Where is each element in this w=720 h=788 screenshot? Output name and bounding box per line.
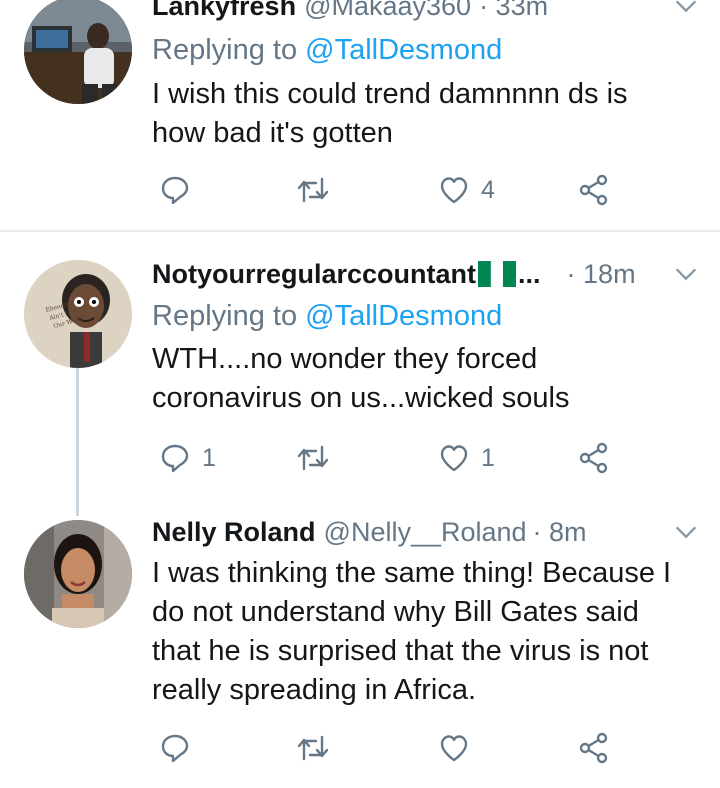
avatar-photo <box>24 520 132 628</box>
tweet-actions <box>152 728 632 768</box>
name-ellipsis: ... <box>518 259 541 289</box>
like-count: 1 <box>481 443 495 472</box>
tweet-header: Notyourregularccountant ... · 18m <box>152 254 700 294</box>
tweet-2[interactable]: Ebenezer Ain't Lost Our Words Notyourreg… <box>0 232 720 502</box>
tweet-text-line: WTH....no wonder they forced <box>152 343 538 375</box>
tweet-text: WTH....no wonder they forced coronavirus… <box>152 340 692 418</box>
tweet-text: I was thinking the same thing! Because I… <box>152 554 692 710</box>
avatar-photo: Ebenezer Ain't Lost Our Words <box>24 260 132 368</box>
reply-button[interactable] <box>160 728 202 768</box>
chevron-down-icon[interactable] <box>672 518 700 546</box>
replying-to-label: Replying to <box>152 34 306 66</box>
reply-button[interactable] <box>160 170 202 210</box>
retweet-button[interactable] <box>296 728 342 768</box>
tweet-actions: 1 1 <box>152 438 632 478</box>
share-icon <box>579 732 608 764</box>
timestamp[interactable]: · 18m <box>567 254 636 294</box>
reply-count: 1 <box>202 443 216 472</box>
tweet-text-line: that he is surprised that the virus is n… <box>152 635 649 667</box>
like-button[interactable] <box>439 728 481 768</box>
reply-icon <box>161 176 189 205</box>
avatar[interactable] <box>24 0 132 104</box>
reply-button[interactable]: 1 <box>160 438 216 478</box>
tweet-text: I wish this could trend damnnnn ds is ho… <box>152 75 692 153</box>
share-icon <box>579 442 608 474</box>
timestamp[interactable]: · 33m <box>479 0 548 26</box>
display-name[interactable]: Notyourregularccountant <box>152 254 476 294</box>
tweet-1[interactable]: Lankyfresh @Makaay360 · 33m Replying to … <box>0 0 720 230</box>
retweet-icon <box>297 735 329 761</box>
retweet-icon <box>297 177 329 203</box>
timestamp[interactable]: · 8m <box>533 512 587 552</box>
share-button[interactable] <box>578 170 610 210</box>
replying-to-label: Replying to <box>152 300 306 332</box>
like-icon <box>440 445 468 472</box>
nigeria-flag-icon <box>478 261 517 287</box>
chevron-down-icon[interactable] <box>672 0 700 20</box>
retweet-icon <box>297 445 329 471</box>
replying-to: Replying to @TallDesmond <box>152 296 502 336</box>
like-button[interactable]: 1 <box>439 438 495 478</box>
like-icon <box>440 177 468 204</box>
share-button[interactable] <box>578 728 610 768</box>
share-button[interactable] <box>578 438 610 478</box>
reply-icon <box>161 734 189 763</box>
retweet-button[interactable] <box>296 170 342 210</box>
reply-icon <box>161 444 189 473</box>
display-name[interactable]: Lankyfresh <box>152 0 296 26</box>
like-count: 4 <box>481 175 495 204</box>
tweet-actions: 4 <box>152 170 632 210</box>
tweet-text-line: I wish this could trend damnnnn ds is <box>152 78 628 110</box>
tweet-text-line: how bad it's gotten <box>152 117 393 149</box>
tweet-text-line: coronavirus on us...wicked souls <box>152 382 570 414</box>
tweet-3[interactable]: Nelly Roland @Nelly__Roland · 8m I was t… <box>0 502 720 788</box>
tweet-text-line: really spreading in Africa. <box>152 674 476 706</box>
display-name[interactable]: Nelly Roland <box>152 512 316 552</box>
tweet-text-line: do not understand why Bill Gates said <box>152 596 639 628</box>
like-icon <box>440 735 468 762</box>
replying-to: Replying to @TallDesmond <box>152 30 502 70</box>
user-handle[interactable]: @Makaay360 <box>304 0 471 26</box>
chevron-down-icon[interactable] <box>672 260 700 288</box>
avatar[interactable]: Ebenezer Ain't Lost Our Words <box>24 260 132 368</box>
share-icon <box>579 174 608 206</box>
tweet-header: Nelly Roland @Nelly__Roland · 8m <box>152 512 700 552</box>
avatar[interactable] <box>24 520 132 628</box>
like-button[interactable]: 4 <box>439 170 495 210</box>
user-handle[interactable]: @Nelly__Roland <box>324 512 527 552</box>
mention-link[interactable]: @TallDesmond <box>305 300 502 332</box>
mention-link[interactable]: @TallDesmond <box>305 34 502 66</box>
avatar-photo <box>24 0 132 104</box>
tweet-text-line: I was thinking the same thing! Because I <box>152 557 672 589</box>
retweet-button[interactable] <box>296 438 342 478</box>
tweet-header: Lankyfresh @Makaay360 · 33m <box>152 0 700 26</box>
